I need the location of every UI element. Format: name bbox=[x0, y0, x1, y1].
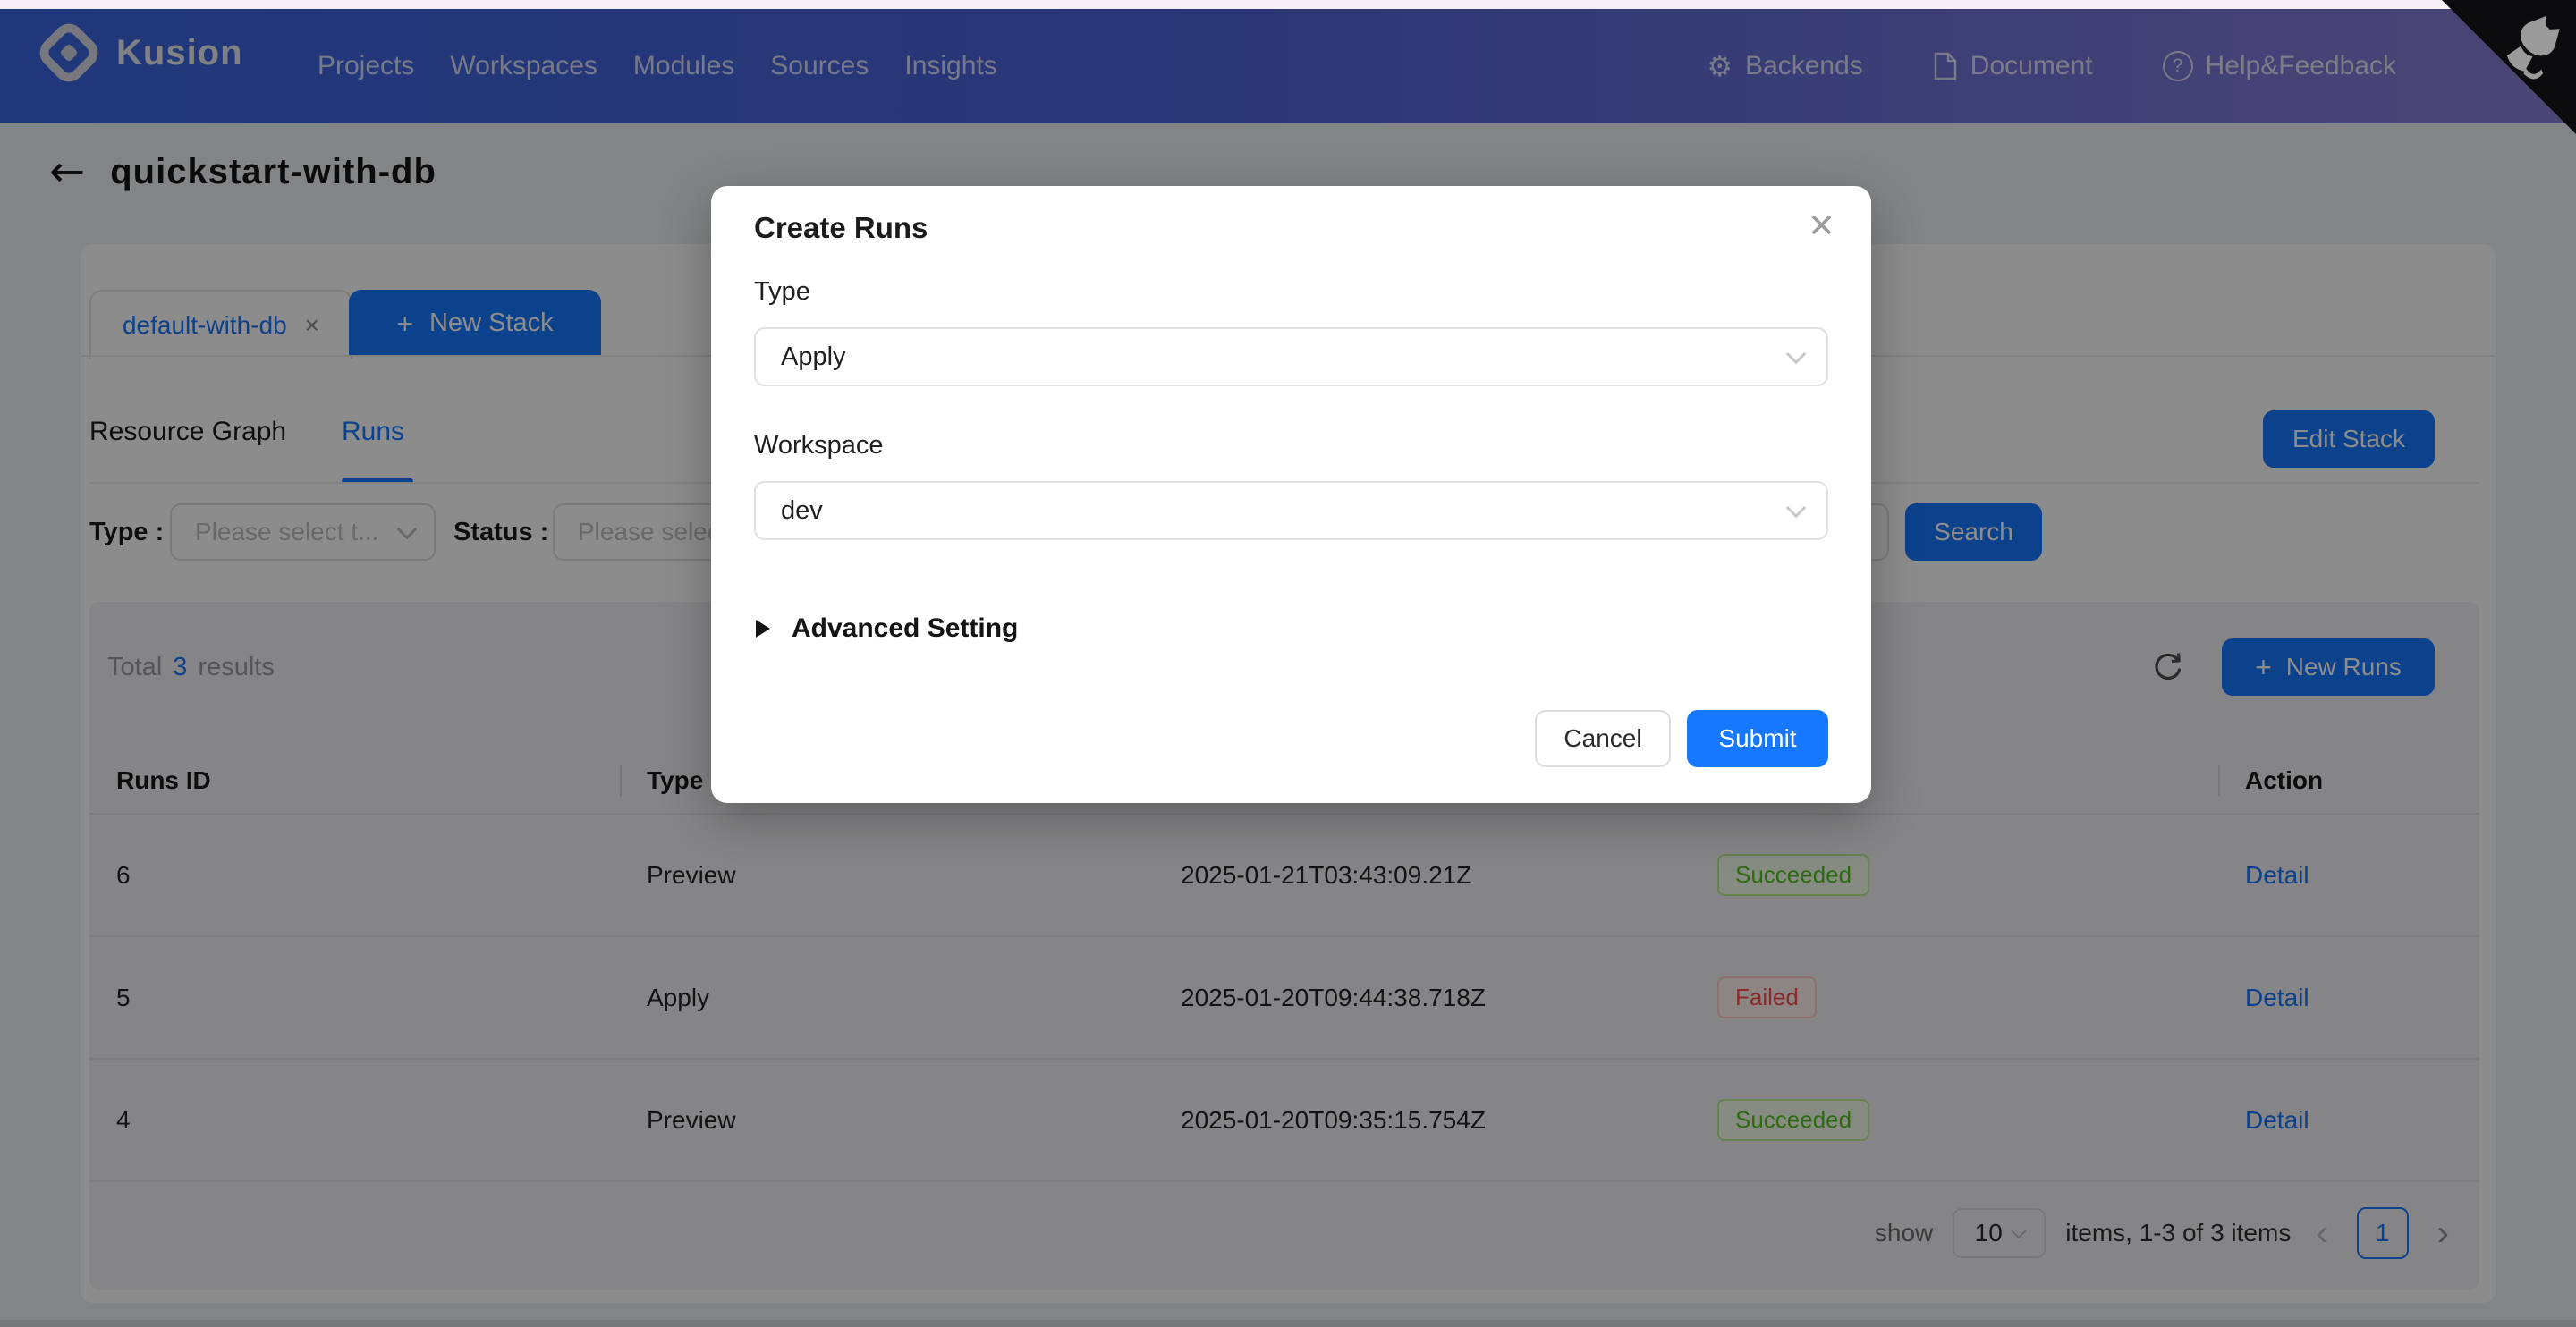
modal-workspace-label: Workspace bbox=[754, 431, 884, 461]
collapse-arrow-icon bbox=[756, 620, 770, 638]
modal-type-value: Apply bbox=[781, 342, 846, 372]
modal-workspace-value: dev bbox=[781, 496, 823, 526]
top-strip bbox=[0, 0, 2576, 9]
modal-workspace-select[interactable]: dev bbox=[754, 481, 1828, 540]
chevron-down-icon bbox=[1786, 498, 1807, 519]
advanced-setting-label: Advanced Setting bbox=[792, 613, 1018, 644]
advanced-setting-toggle[interactable]: Advanced Setting bbox=[756, 613, 1018, 644]
close-icon[interactable]: ✕ bbox=[1808, 209, 1835, 242]
modal-type-label: Type bbox=[754, 277, 810, 307]
chevron-down-icon bbox=[1786, 344, 1807, 365]
cancel-button[interactable]: Cancel bbox=[1535, 710, 1671, 767]
modal-type-select[interactable]: Apply bbox=[754, 327, 1828, 386]
submit-button[interactable]: Submit bbox=[1687, 710, 1828, 767]
modal-footer: Cancel Submit bbox=[1535, 710, 1828, 767]
modal-title: Create Runs bbox=[754, 211, 928, 245]
app-root: Kusion Projects Workspaces Modules Sourc… bbox=[0, 0, 2576, 1327]
github-corner[interactable] bbox=[2442, 0, 2576, 134]
create-runs-modal: Create Runs ✕ Type Apply Workspace dev A… bbox=[711, 186, 1871, 803]
